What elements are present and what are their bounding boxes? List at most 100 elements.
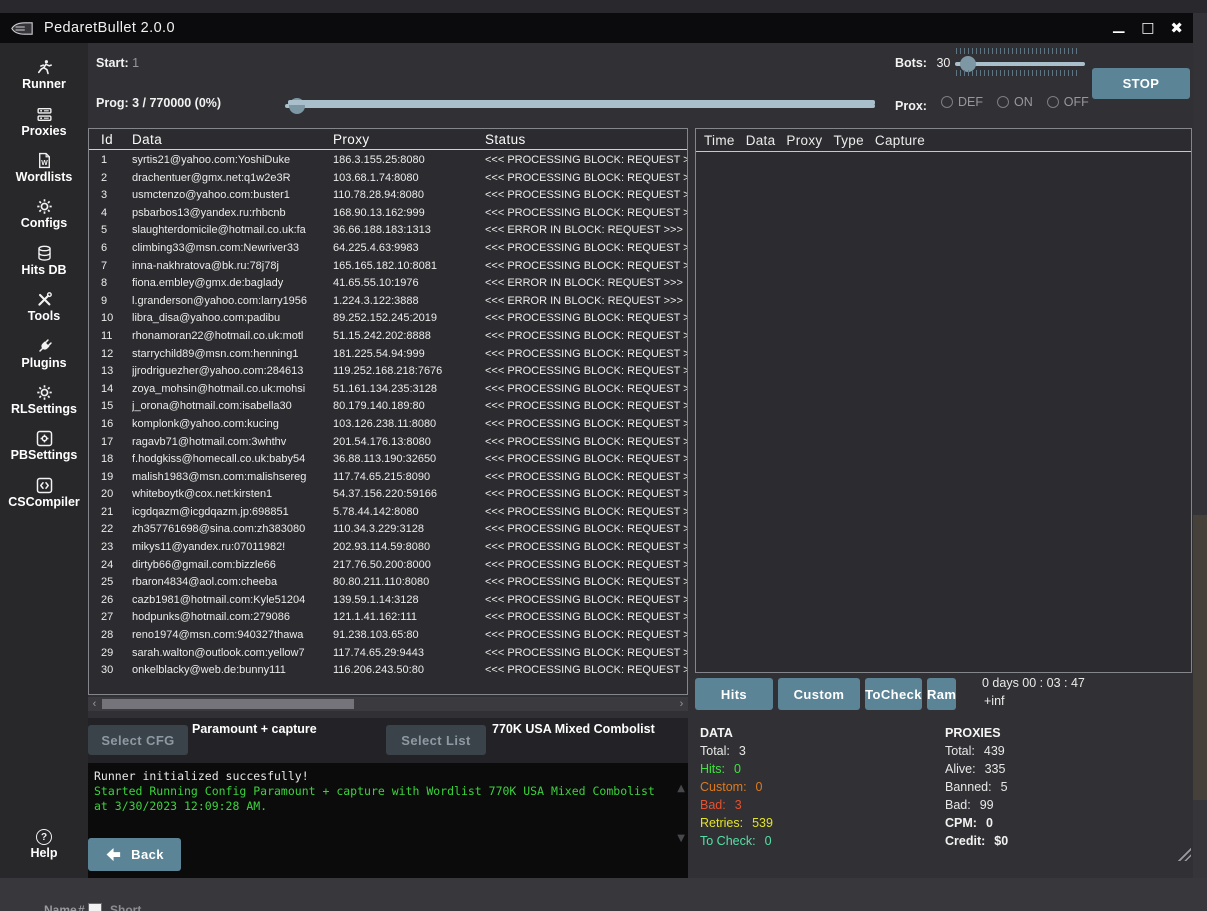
table-row[interactable]: 20 whiteboytk@cox.net:kirsten1 54.37.156… (89, 486, 687, 504)
stat-row: Total:3 (700, 744, 900, 762)
stat-label: Bad: (700, 798, 726, 812)
proxy-mode-option[interactable]: ON (997, 95, 1033, 109)
sidebar-item-wordlists[interactable]: W Wordlists (0, 144, 88, 190)
server-icon (36, 106, 53, 123)
table-row[interactable]: 3 usmctenzo@yahoo.com:buster1 110.78.28.… (89, 187, 687, 205)
horizontal-scrollbar[interactable]: ‹ › (88, 697, 688, 711)
select-cfg-button[interactable]: Select CFG (88, 725, 188, 755)
cell-status: <<< ERROR IN BLOCK: REQUEST >>> (485, 293, 687, 311)
background-checkbox[interactable] (88, 903, 102, 911)
table-row[interactable]: 11 rhonamoran22@hotmail.co.uk:motl 51.15… (89, 328, 687, 346)
cell-data: komplonk@yahoo.com:kucing (132, 416, 333, 434)
table-row[interactable]: 19 malish1983@msn.com:malishsereg 117.74… (89, 469, 687, 487)
stat-label: To Check: (700, 834, 756, 848)
table-row[interactable]: 4 psbarbos13@yandex.ru:rhbcnb 168.90.13.… (89, 205, 687, 223)
table-row[interactable]: 15 j_orona@hotmail.com:isabella30 80.179… (89, 398, 687, 416)
progress-label: Prog: 3 / 770000 (0%) (96, 96, 221, 110)
stat-row: Alive:335 (945, 762, 1145, 780)
proxy-mode-option[interactable]: DEF (941, 95, 983, 109)
table-row[interactable]: 14 zoya_mohsin@hotmail.co.uk:mohsi 51.16… (89, 381, 687, 399)
table-row[interactable]: 16 komplonk@yahoo.com:kucing 103.126.238… (89, 416, 687, 434)
start-value[interactable]: 1 (132, 56, 139, 70)
sidebar-item-tools[interactable]: Tools (0, 283, 88, 329)
table-row[interactable]: 25 rbaron4834@aol.com:cheeba 80.80.211.1… (89, 574, 687, 592)
minimize-button[interactable]: — (1112, 26, 1125, 39)
sidebar-item-pbsettings[interactable]: PBSettings (0, 422, 88, 468)
results-tab[interactable]: Hits (695, 678, 773, 710)
back-arrow-icon (105, 847, 124, 862)
scroll-up-icon[interactable]: ▲ (677, 781, 685, 796)
cell-id: 27 (101, 609, 132, 627)
results-tab[interactable]: Ram (927, 678, 956, 710)
cell-id: 9 (101, 293, 132, 311)
table-row[interactable]: 29 sarah.walton@outlook.com:yellow7 117.… (89, 645, 687, 663)
cell-status: <<< ERROR IN BLOCK: REQUEST >>> (485, 275, 687, 293)
data-stats-list: Total:3 Hits:0 Custom:0 Bad:3 (700, 744, 900, 852)
sidebar-item-cscompiler[interactable]: CSCompiler (0, 469, 88, 515)
table-row[interactable]: 13 jjrodriguezher@yahoo.com:284613 119.2… (89, 363, 687, 381)
titlebar[interactable]: PedaretBullet 2.0.0 — □ ✖ (0, 13, 1193, 43)
table-row[interactable]: 22 zh357761698@sina.com:zh383080 110.34.… (89, 521, 687, 539)
sidebar-item-plugins[interactable]: Plugins (0, 329, 88, 375)
desktop-wallpaper-sliver (1193, 515, 1207, 800)
resize-grip[interactable] (1176, 846, 1191, 861)
cell-id: 16 (101, 416, 132, 434)
table-row[interactable]: 2 drachentuer@gmx.net:q1w2e3R 103.68.1.7… (89, 170, 687, 188)
results-tab[interactable]: Custom (778, 678, 860, 710)
select-list-button[interactable]: Select List (386, 725, 486, 755)
cell-id: 15 (101, 398, 132, 416)
cell-id: 19 (101, 469, 132, 487)
table-row[interactable]: 7 inna-nakhratova@bk.ru:78j78j 165.165.1… (89, 258, 687, 276)
stat-value: 439 (984, 744, 1005, 758)
cell-proxy: 121.1.41.162:111 (333, 609, 485, 627)
scroll-down-icon[interactable]: ▼ (677, 831, 685, 846)
table-row[interactable]: 21 icgdqazm@icgdqazm.jp:698851 5.78.44.1… (89, 504, 687, 522)
table-row[interactable]: 10 libra_disa@yahoo.com:padibu 89.252.15… (89, 310, 687, 328)
sidebar-item-proxies[interactable]: Proxies (0, 97, 88, 143)
table-row[interactable]: 1 syrtis21@yahoo.com:YoshiDuke 186.3.155… (89, 152, 687, 170)
table-row[interactable]: 5 slaughterdomicile@hotmail.co.uk:fa 36.… (89, 222, 687, 240)
table-row[interactable]: 12 starrychild89@msn.com:henning1 181.22… (89, 346, 687, 364)
sidebar-item-rlsettings[interactable]: RLSettings (0, 376, 88, 422)
cell-proxy: 117.74.65.29:9443 (333, 645, 485, 663)
table-row[interactable]: 9 l.granderson@yahoo.com:larry1956 1.224… (89, 293, 687, 311)
table-row[interactable]: 17 ragavb71@hotmail.com:3whthv 201.54.17… (89, 434, 687, 452)
table-row[interactable]: 6 climbing33@msn.com:Newriver33 64.225.4… (89, 240, 687, 258)
scroll-left-icon[interactable]: ‹ (88, 697, 101, 711)
table-row[interactable]: 26 cazb1981@hotmail.com:Kyle51204 139.59… (89, 592, 687, 610)
close-button[interactable]: ✖ (1170, 22, 1183, 35)
table-row[interactable]: 18 f.hodgkiss@homecall.co.uk:baby54 36.8… (89, 451, 687, 469)
scroll-right-icon[interactable]: › (675, 697, 688, 711)
sidebar-item-help[interactable]: ? Help (0, 829, 88, 860)
scrollbar-thumb[interactable] (102, 699, 354, 709)
results-tab[interactable]: ToCheck (865, 678, 922, 710)
bots-value[interactable]: 30 (936, 56, 950, 70)
column-id: Id (101, 132, 132, 147)
table-row[interactable]: 23 mikys11@yandex.ru:07011982! 202.93.11… (89, 539, 687, 557)
table-row[interactable]: 28 reno1974@msn.com:940327thawa 91.238.1… (89, 627, 687, 645)
back-button[interactable]: Back (88, 838, 181, 871)
cell-id: 13 (101, 363, 132, 381)
sidebar-item-hitsdb[interactable]: Hits DB (0, 237, 88, 283)
table-row[interactable]: 27 hodpunks@hotmail.com:279086 121.1.41.… (89, 609, 687, 627)
cell-data: whiteboytk@cox.net:kirsten1 (132, 486, 333, 504)
stop-button[interactable]: STOP (1092, 68, 1190, 99)
bots-slider-ticks-top (956, 48, 1080, 54)
cell-data: fiona.embley@gmx.de:baglady (132, 275, 333, 293)
cell-proxy: 117.74.65.215:8090 (333, 469, 485, 487)
stat-value: 5 (1001, 780, 1008, 794)
stat-row: CPM:0 (945, 816, 1145, 834)
cell-data: j_orona@hotmail.com:isabella30 (132, 398, 333, 416)
table-row[interactable]: 8 fiona.embley@gmx.de:baglady 41.65.55.1… (89, 275, 687, 293)
cell-status: <<< PROCESSING BLOCK: REQUEST >>> (485, 539, 687, 557)
cell-proxy: 119.252.168.218:7676 (333, 363, 485, 381)
table-row[interactable]: 30 onkelblacky@web.de:bunny111 116.206.2… (89, 662, 687, 680)
runner-icon (36, 59, 53, 76)
table-row[interactable]: 24 dirtyb66@gmail.com:bizzle66 217.76.50… (89, 557, 687, 575)
stat-value: 0 (986, 816, 993, 830)
maximize-button[interactable]: □ (1141, 22, 1154, 35)
sidebar-item-runner[interactable]: Runner (0, 51, 88, 97)
sidebar-item-configs[interactable]: Configs (0, 190, 88, 236)
gear-icon (36, 384, 53, 401)
proxy-mode-option[interactable]: OFF (1047, 95, 1089, 109)
